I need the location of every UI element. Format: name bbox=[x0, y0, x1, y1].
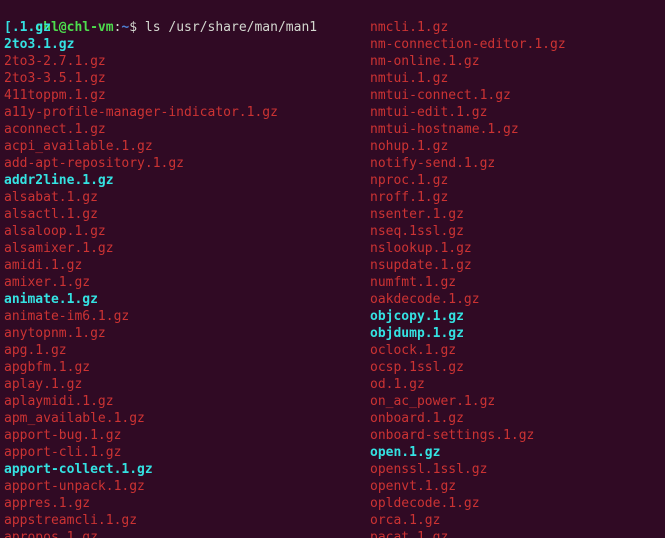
file-entry: nm-online.1.gz bbox=[370, 54, 480, 69]
file-entry: appres.1.gz bbox=[4, 496, 91, 511]
file-entry: nproc.1.gz bbox=[370, 173, 449, 188]
file-entry: nslookup.1.gz bbox=[370, 241, 472, 256]
file-entry: amidi.1.gz bbox=[4, 258, 83, 273]
file-entry: onboard-settings.1.gz bbox=[370, 428, 535, 443]
file-entry: apport-unpack.1.gz bbox=[4, 479, 145, 494]
file-entry: nmtui-edit.1.gz bbox=[370, 105, 488, 120]
file-entry: apm_available.1.gz bbox=[4, 411, 145, 426]
file-entry: oakdecode.1.gz bbox=[370, 292, 480, 307]
file-entry: orca.1.gz bbox=[370, 513, 441, 528]
file-entry: aplay.1.gz bbox=[4, 377, 83, 392]
file-entry: oclock.1.gz bbox=[370, 343, 457, 358]
file-entry: pacat.1.gz bbox=[370, 530, 449, 538]
file-entry: aconnect.1.gz bbox=[4, 122, 106, 137]
file-listing-column-1: [.1.gz 2to3.1.gz 2to3-2.7.1.gz 2to3-3.5.1.g… bbox=[4, 19, 364, 538]
file-entry: on_ac_power.1.gz bbox=[370, 394, 496, 409]
file-entry: apport-bug.1.gz bbox=[4, 428, 122, 443]
file-listing-column-2: nmcli.1.gz nm-connection-editor.1.gz nm-on… bbox=[370, 19, 662, 538]
file-entry: opldecode.1.gz bbox=[370, 496, 480, 511]
file-entry: alsamixer.1.gz bbox=[4, 241, 114, 256]
file-entry: onboard.1.gz bbox=[370, 411, 464, 426]
file-entry: ocsp.1ssl.gz bbox=[370, 360, 464, 375]
file-entry: apport-collect.1.gz bbox=[4, 462, 153, 477]
file-entry: [.1.gz bbox=[4, 20, 51, 35]
terminal-window[interactable]: chl@chl-vm:~$ ls /usr/share/man/man1 [.1… bbox=[0, 0, 665, 538]
file-entry: amixer.1.gz bbox=[4, 275, 91, 290]
file-entry: alsactl.1.gz bbox=[4, 207, 98, 222]
file-entry: aplaymidi.1.gz bbox=[4, 394, 114, 409]
file-entry: od.1.gz bbox=[370, 377, 425, 392]
file-entry: add-apt-repository.1.gz bbox=[4, 156, 185, 171]
file-entry: notify-send.1.gz bbox=[370, 156, 496, 171]
file-entry: acpi_available.1.gz bbox=[4, 139, 153, 154]
file-entry: a11y-profile-manager-indicator.1.gz bbox=[4, 105, 278, 120]
file-entry: animate.1.gz bbox=[4, 292, 98, 307]
file-entry: nsupdate.1.gz bbox=[370, 258, 472, 273]
file-entry: 2to3-3.5.1.gz bbox=[4, 71, 106, 86]
file-entry: numfmt.1.gz bbox=[370, 275, 457, 290]
file-entry: animate-im6.1.gz bbox=[4, 309, 130, 324]
file-entry: apport-cli.1.gz bbox=[4, 445, 122, 460]
file-entry: open.1.gz bbox=[370, 445, 441, 460]
file-entry: nmtui-connect.1.gz bbox=[370, 88, 511, 103]
file-entry: openssl.1ssl.gz bbox=[370, 462, 488, 477]
file-entry: apropos.1.gz bbox=[4, 530, 98, 538]
file-entry: apg.1.gz bbox=[4, 343, 67, 358]
file-entry: nm-connection-editor.1.gz bbox=[370, 37, 566, 52]
file-entry: alsabat.1.gz bbox=[4, 190, 98, 205]
file-entry: nsenter.1.gz bbox=[370, 207, 464, 222]
file-entry: objdump.1.gz bbox=[370, 326, 464, 341]
file-entry: 2to3-2.7.1.gz bbox=[4, 54, 106, 69]
file-entry: appstreamcli.1.gz bbox=[4, 513, 138, 528]
file-entry: alsaloop.1.gz bbox=[4, 224, 106, 239]
file-entry: addr2line.1.gz bbox=[4, 173, 114, 188]
file-entry: nohup.1.gz bbox=[370, 139, 449, 154]
file-entry: nroff.1.gz bbox=[370, 190, 449, 205]
file-entry: objcopy.1.gz bbox=[370, 309, 464, 324]
file-entry: nmcli.1.gz bbox=[370, 20, 449, 35]
file-entry: 411toppm.1.gz bbox=[4, 88, 106, 103]
file-entry: openvt.1.gz bbox=[370, 479, 457, 494]
file-entry: nseq.1ssl.gz bbox=[370, 224, 464, 239]
file-entry: apgbfm.1.gz bbox=[4, 360, 91, 375]
file-entry: anytopnm.1.gz bbox=[4, 326, 106, 341]
file-entry: 2to3.1.gz bbox=[4, 37, 75, 52]
file-entry: nmtui-hostname.1.gz bbox=[370, 122, 519, 137]
file-entry: nmtui.1.gz bbox=[370, 71, 449, 86]
